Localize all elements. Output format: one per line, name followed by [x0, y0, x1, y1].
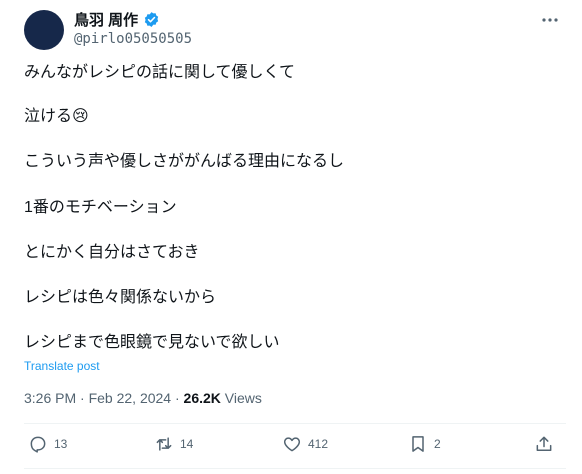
- author-name[interactable]: 鳥羽 周作: [74, 9, 138, 30]
- tweet-paragraph: みんながレシピの話に関して優しくて: [24, 64, 296, 81]
- bookmark-button[interactable]: 2: [408, 434, 441, 454]
- heart-icon: [283, 437, 301, 452]
- bookmark-icon: [412, 436, 424, 452]
- views-count: 26.2K: [183, 390, 221, 406]
- tweet-paragraph: レシピまで色眼鏡で見ないで欲しい: [24, 334, 280, 351]
- share-icon: [536, 436, 552, 451]
- repost-count: 14: [180, 437, 194, 451]
- divider: [24, 468, 566, 469]
- repost-icon: [156, 437, 172, 451]
- views-label: Views: [220, 390, 262, 406]
- divider: [24, 423, 566, 424]
- more-options-icon[interactable]: [540, 10, 560, 30]
- tweet-card: 鳥羽 周作 @pirlo05050505 みんながレシピの話に関して優しくて 泣…: [0, 0, 582, 474]
- reply-button[interactable]: 13: [28, 434, 67, 454]
- timestamp[interactable]: 3:26 PM · Feb 22, 2024 ·: [24, 390, 184, 406]
- tweet-paragraph: とにかく自分はさておき: [24, 244, 200, 261]
- author-name-row: 鳥羽 周作: [74, 9, 160, 30]
- tweet-paragraph: レシピは色々関係ないから: [24, 289, 217, 306]
- avatar[interactable]: [24, 10, 64, 50]
- share-button[interactable]: [534, 434, 554, 454]
- repost-button[interactable]: 14: [154, 434, 193, 454]
- tweet-paragraph: 泣ける😢: [24, 108, 89, 125]
- bookmark-count: 2: [434, 437, 441, 451]
- like-button[interactable]: 412: [282, 434, 328, 454]
- like-count: 412: [308, 437, 329, 451]
- reply-count: 13: [54, 437, 68, 451]
- tweet-paragraph: こういう声や優しさががんばる理由になるし: [24, 153, 345, 170]
- reply-icon: [30, 436, 46, 453]
- tweet-paragraph: 1番のモチベーション: [24, 199, 177, 216]
- author-handle[interactable]: @pirlo05050505: [74, 31, 192, 47]
- translate-post-link[interactable]: Translate post: [24, 359, 100, 373]
- tweet-meta: 3:26 PM · Feb 22, 2024 · 26.2K Views: [24, 390, 262, 406]
- verified-badge-icon: [143, 11, 160, 28]
- action-bar: 13 14 412 2: [24, 434, 558, 460]
